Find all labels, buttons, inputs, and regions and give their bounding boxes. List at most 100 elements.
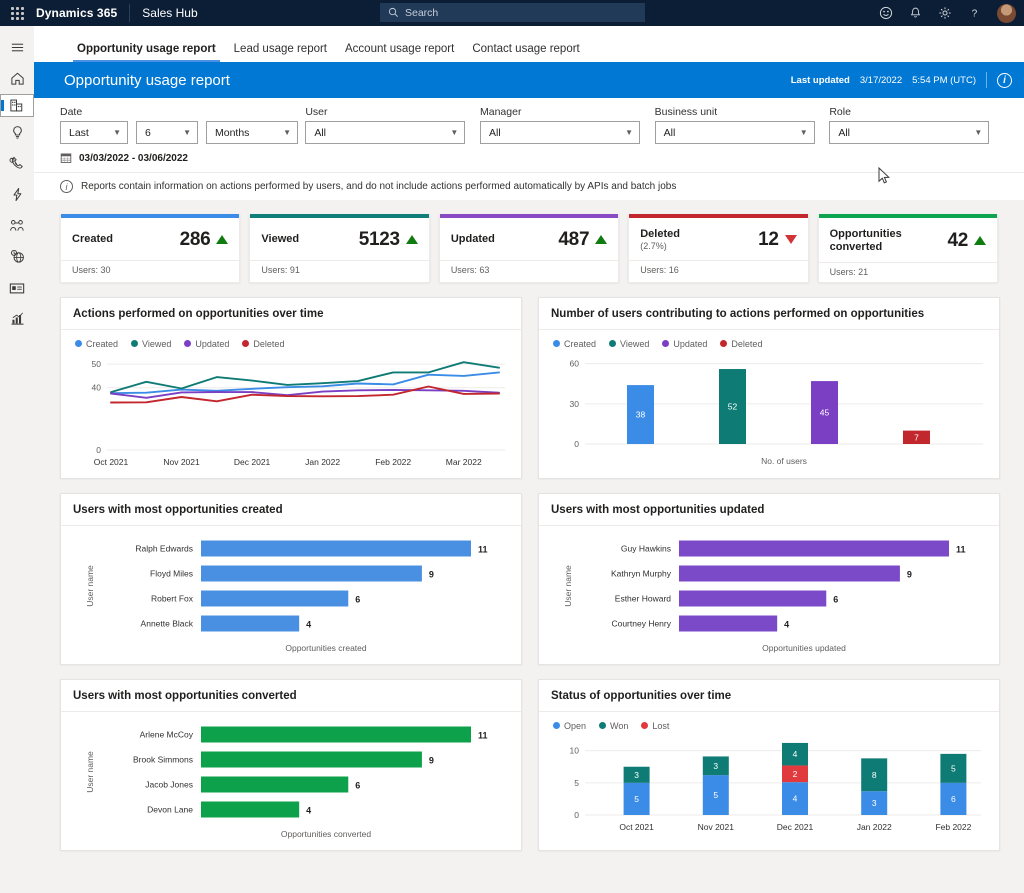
kpi-card-created[interactable]: Created 286 Users: 30 xyxy=(60,214,240,283)
kpi-subvalue: (2.7%) xyxy=(640,241,680,251)
sidebar-item-cards[interactable] xyxy=(0,272,34,303)
question-icon[interactable]: ? xyxy=(968,6,981,20)
avatar[interactable] xyxy=(997,4,1016,23)
role-select[interactable]: All▼ xyxy=(829,121,989,144)
app-launcher-icon xyxy=(11,7,24,20)
app-launcher-button[interactable] xyxy=(0,7,34,20)
gear-icon[interactable] xyxy=(938,6,952,20)
bell-icon[interactable] xyxy=(909,6,922,20)
sidebar-item-home[interactable] xyxy=(0,63,34,94)
sidebar-item-calls[interactable] xyxy=(0,148,34,179)
legend-dot-icon xyxy=(75,340,82,347)
filter-business-unit-label: Business unit xyxy=(655,106,830,118)
legend-item-updated[interactable]: Updated xyxy=(184,339,229,349)
chart-title: Actions performed on opportunities over … xyxy=(61,298,521,329)
legend-dot-icon xyxy=(184,340,191,347)
legend-item-viewed[interactable]: Viewed xyxy=(609,339,649,349)
card-status-over-time: Status of opportunities over time Open W… xyxy=(538,679,1000,851)
legend-dot-icon xyxy=(609,340,616,347)
sidebar-item-analytics-globe[interactable] xyxy=(0,241,34,272)
feedback-smiley-icon[interactable] xyxy=(879,6,893,20)
legend-item-deleted[interactable]: Deleted xyxy=(720,339,762,349)
tab-opportunity-usage-report[interactable]: Opportunity usage report xyxy=(68,43,225,62)
kpi-card-viewed[interactable]: Viewed 5123 Users: 91 xyxy=(249,214,429,283)
legend-item-updated[interactable]: Updated xyxy=(662,339,707,349)
people-icon xyxy=(9,218,25,233)
svg-text:User name: User name xyxy=(85,564,95,606)
legend-label: Lost xyxy=(652,721,669,731)
legend-dot-icon xyxy=(662,340,669,347)
kpi-value: 5123 xyxy=(359,229,400,251)
svg-text:Opportunities converted: Opportunities converted xyxy=(281,829,372,839)
svg-text:40: 40 xyxy=(92,382,102,392)
chevron-down-icon: ▼ xyxy=(800,128,808,137)
svg-text:Feb 2022: Feb 2022 xyxy=(375,457,411,467)
kpi-card-opportunities-converted[interactable]: Opportunities converted 42 Users: 21 xyxy=(818,214,998,283)
tab-lead-usage-report[interactable]: Lead usage report xyxy=(225,43,336,62)
date-range-text: 03/03/2022 - 03/06/2022 xyxy=(79,153,188,164)
kpi-card-updated[interactable]: Updated 487 Users: 63 xyxy=(439,214,619,283)
svg-text:Jacob Jones: Jacob Jones xyxy=(145,779,193,789)
horizontal-bar-chart: Arlene McCoy11Brook Simmons9Jacob Jones6… xyxy=(71,716,511,842)
svg-text:9: 9 xyxy=(429,569,434,579)
legend-item-lost[interactable]: Lost xyxy=(641,721,669,731)
kpi-card-deleted[interactable]: Deleted (2.7%) 12 Users: 16 xyxy=(628,214,808,283)
sidebar-item-automation[interactable] xyxy=(0,179,34,210)
app-bar-actions: ? xyxy=(879,0,1016,26)
tab-contact-usage-report[interactable]: Contact usage report xyxy=(463,43,588,62)
svg-text:0: 0 xyxy=(574,439,579,449)
svg-text:0: 0 xyxy=(96,445,101,455)
kpi-value: 42 xyxy=(947,230,968,252)
info-icon[interactable]: i xyxy=(997,73,1012,88)
sidebar-item-reports[interactable] xyxy=(0,303,34,334)
svg-text:Oct 2021: Oct 2021 xyxy=(94,457,129,467)
legend-label: Created xyxy=(564,339,596,349)
svg-text:2: 2 xyxy=(793,768,798,778)
search-input[interactable]: Search xyxy=(380,3,645,22)
svg-text:10: 10 xyxy=(570,745,580,755)
chart-title: Users with most opportunities created xyxy=(61,494,521,525)
manager-select[interactable]: All▼ xyxy=(480,121,640,144)
svg-text:11: 11 xyxy=(956,544,966,554)
svg-text:Opportunities created: Opportunities created xyxy=(285,643,367,653)
svg-text:Esther Howard: Esther Howard xyxy=(615,593,671,603)
line-chart: 50400Oct 2021Nov 2021Dec 2021Jan 2022Feb… xyxy=(71,353,511,470)
home-icon xyxy=(10,71,25,86)
legend-item-won[interactable]: Won xyxy=(599,721,628,731)
date-relative-select[interactable]: Last▼ xyxy=(60,121,128,144)
last-updated-label: Last updated xyxy=(791,75,850,86)
kpi-users: Users: 21 xyxy=(819,262,997,282)
sidebar-item-insights[interactable] xyxy=(0,117,34,148)
svg-text:Courtney Henry: Courtney Henry xyxy=(611,618,671,628)
legend-item-created[interactable]: Created xyxy=(75,339,118,349)
svg-text:45: 45 xyxy=(820,407,830,417)
sidebar-item-hamburger-menu[interactable] xyxy=(0,32,34,63)
card-actions-over-time: Actions performed on opportunities over … xyxy=(60,297,522,479)
svg-text:Opportunities updated: Opportunities updated xyxy=(762,643,846,653)
legend-item-open[interactable]: Open xyxy=(553,721,586,731)
app-title: Sales Hub xyxy=(130,6,197,20)
lightning-icon xyxy=(11,187,24,202)
business-unit-select[interactable]: All▼ xyxy=(655,121,815,144)
trend-up-icon xyxy=(406,235,418,244)
svg-text:3: 3 xyxy=(634,769,639,779)
svg-text:Kathryn Murphy: Kathryn Murphy xyxy=(611,568,672,578)
user-select[interactable]: All▼ xyxy=(305,121,465,144)
sidebar-item-organization[interactable] xyxy=(0,94,34,117)
legend-dot-icon xyxy=(720,340,727,347)
column-chart: 030603852457No. of users xyxy=(549,353,989,470)
hamburger-icon xyxy=(10,40,25,55)
globe-clock-icon xyxy=(10,249,25,264)
filter-business-unit: Business unit All▼ xyxy=(655,106,830,144)
sidebar-item-relationships[interactable] xyxy=(0,210,34,241)
legend-item-viewed[interactable]: Viewed xyxy=(131,339,171,349)
legend-item-deleted[interactable]: Deleted xyxy=(242,339,284,349)
svg-text:Nov 2021: Nov 2021 xyxy=(163,457,200,467)
tab-account-usage-report[interactable]: Account usage report xyxy=(336,43,463,62)
svg-text:50: 50 xyxy=(92,359,102,369)
svg-text:60: 60 xyxy=(570,358,580,368)
date-unit-select[interactable]: Months▼ xyxy=(206,121,298,144)
filter-date-label: Date xyxy=(60,106,305,118)
legend-item-created[interactable]: Created xyxy=(553,339,596,349)
date-count-select[interactable]: 6▼ xyxy=(136,121,198,144)
